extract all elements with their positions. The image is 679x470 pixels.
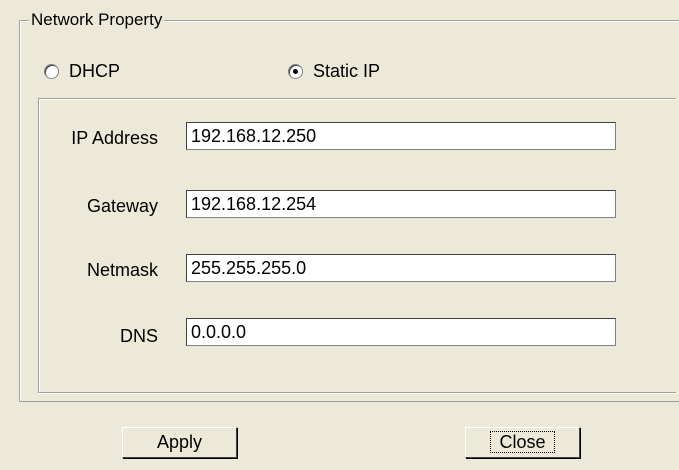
dns-label: DNS — [119, 326, 158, 346]
netmask-input[interactable] — [186, 254, 616, 282]
dns-input[interactable] — [186, 318, 616, 346]
ip-address-input[interactable] — [186, 122, 616, 150]
close-button[interactable]: Close — [465, 427, 580, 458]
netmask-label: Netmask — [86, 260, 158, 280]
gateway-label: Gateway — [86, 196, 158, 216]
static-ip-radio-icon[interactable] — [288, 63, 303, 79]
ip-address-label: IP Address — [71, 128, 158, 148]
dhcp-option[interactable]: DHCP — [44, 60, 120, 82]
gateway-input[interactable] — [186, 190, 616, 218]
static-ip-label: Static IP — [313, 61, 381, 81]
close-button-label: Close — [490, 431, 555, 453]
dhcp-radio-icon[interactable] — [44, 63, 59, 79]
apply-button[interactable]: Apply — [122, 427, 237, 458]
dhcp-label: DHCP — [69, 61, 121, 81]
radio-selected-dot-icon — [293, 68, 298, 74]
group-title: Network Property — [29, 10, 165, 30]
static-ip-option[interactable]: Static IP — [288, 60, 380, 82]
